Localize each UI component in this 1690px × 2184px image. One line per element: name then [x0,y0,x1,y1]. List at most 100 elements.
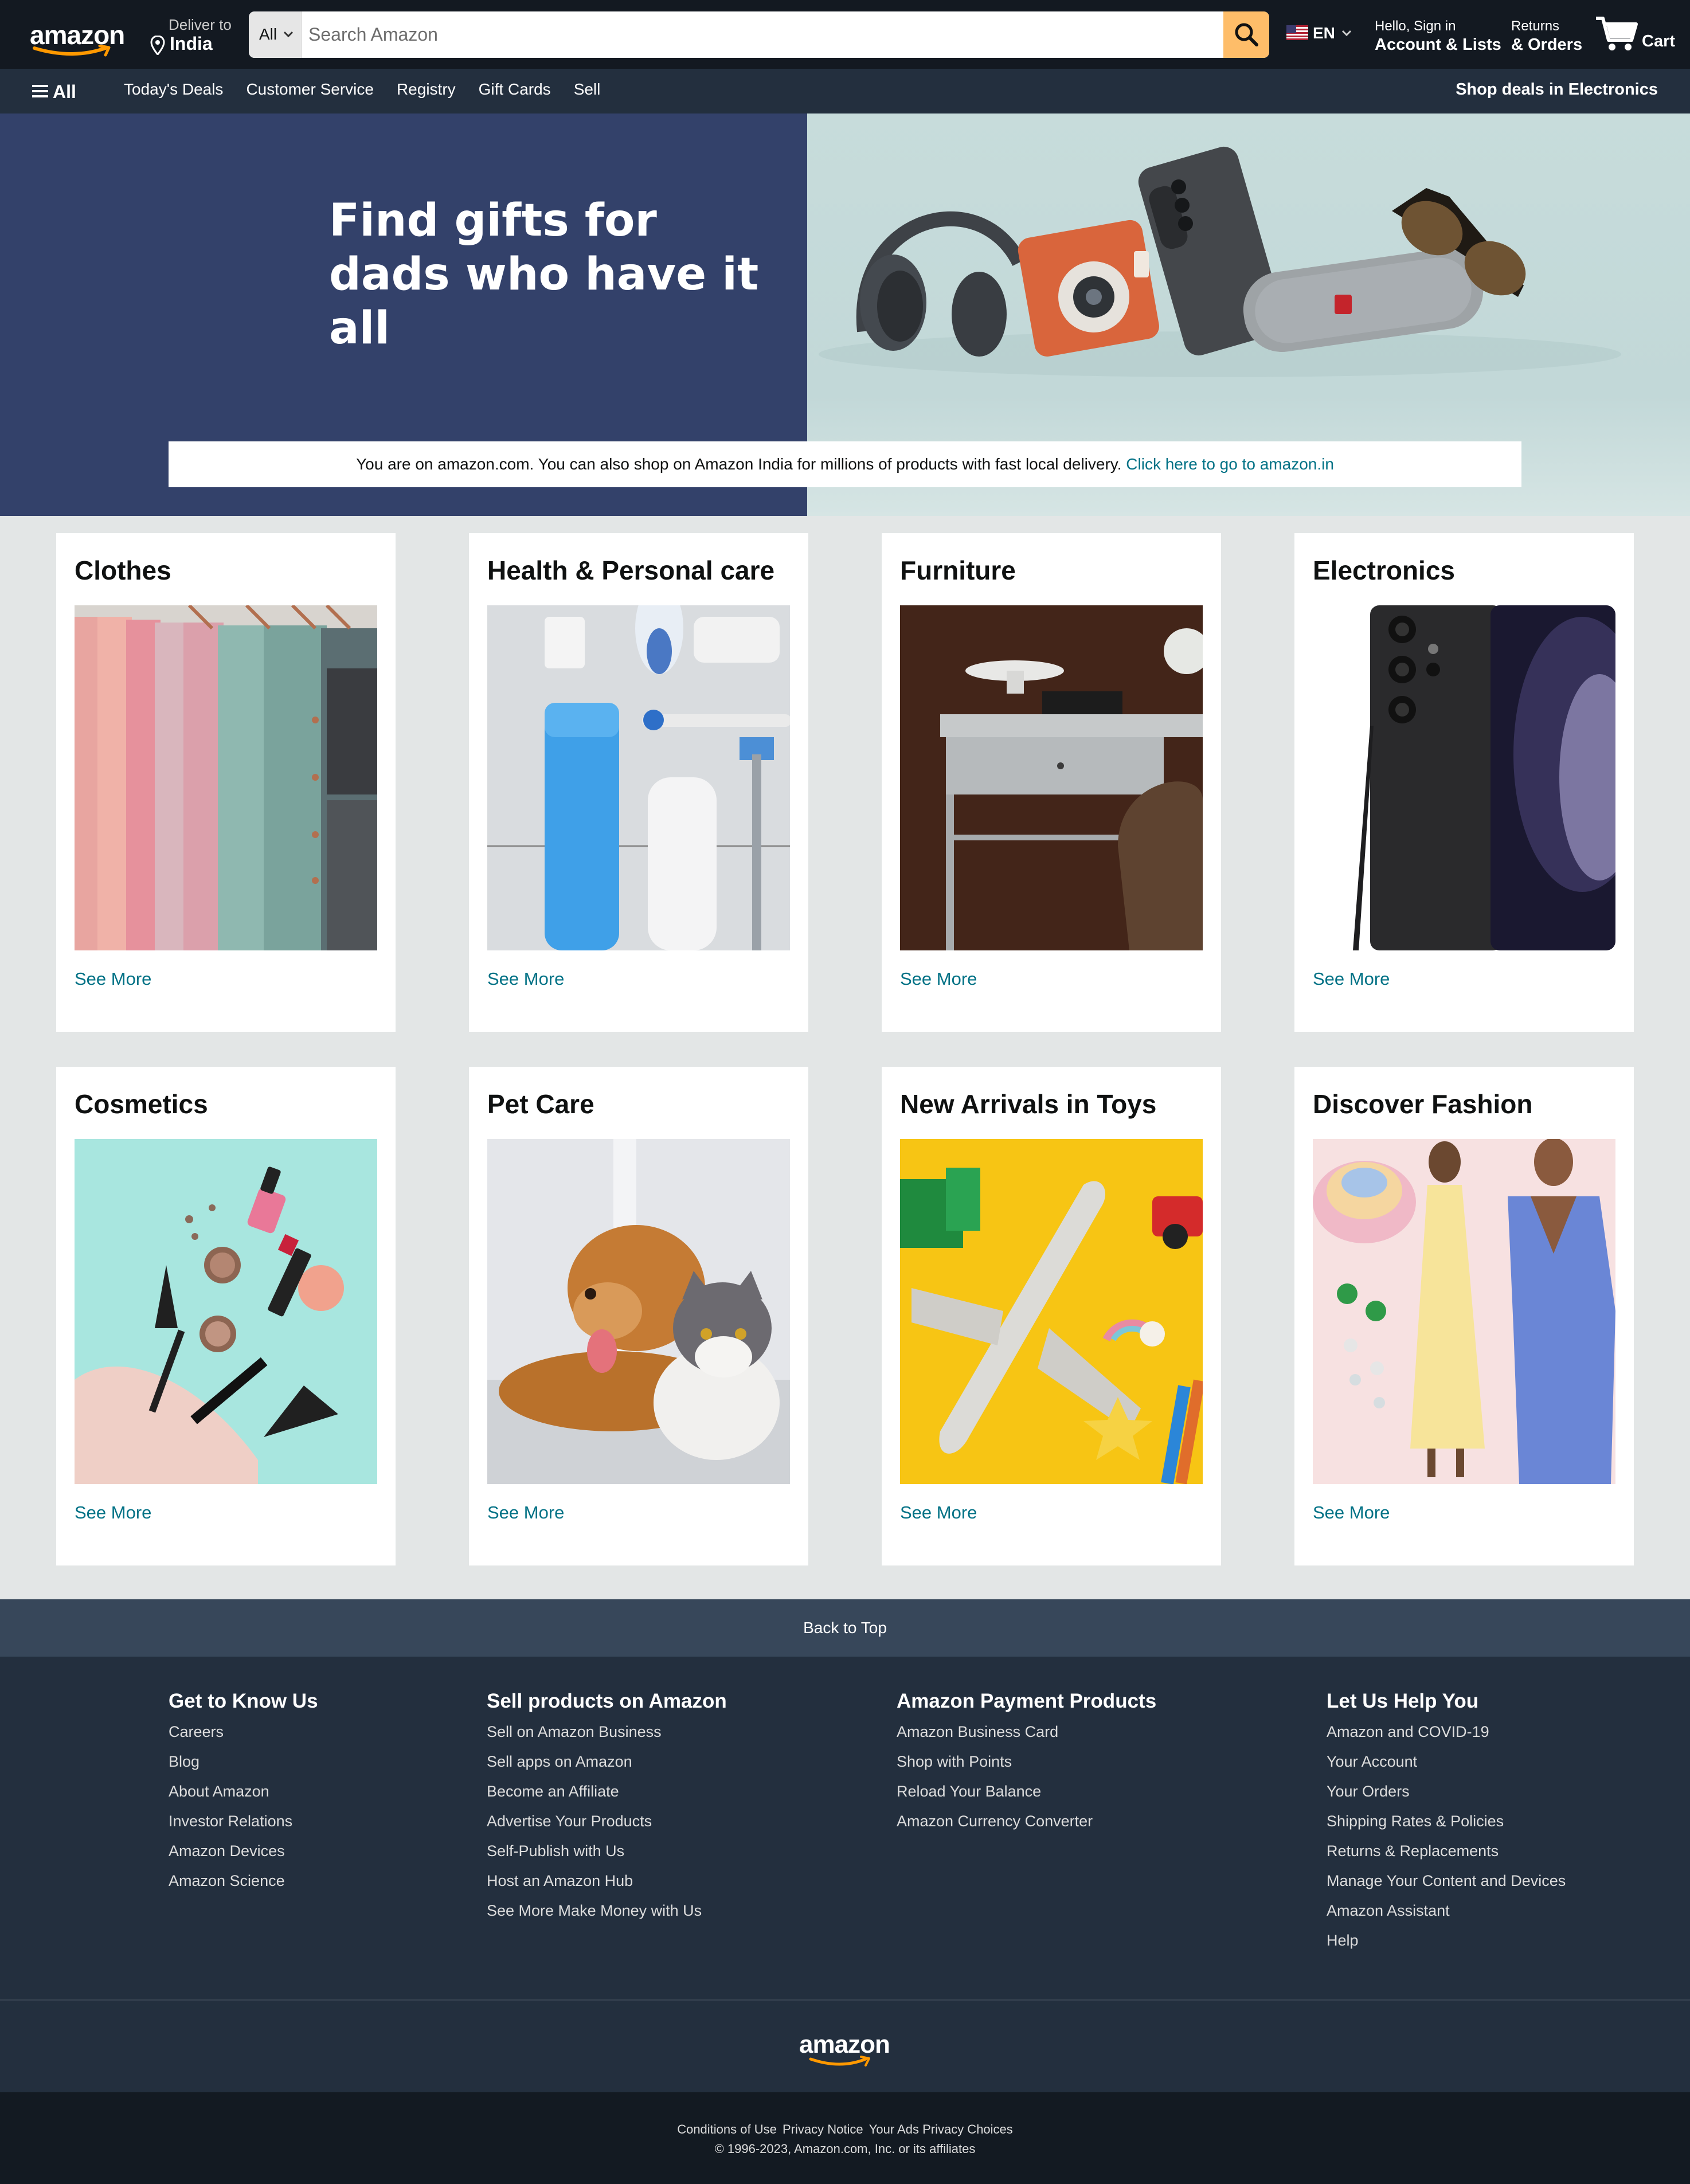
footer-link[interactable]: Amazon Assistant [1327,1902,1566,1932]
hero-banner[interactable]: Find gifts for dads who have it all You … [0,113,1690,516]
footer-link[interactable]: Amazon Business Card [897,1723,1156,1753]
search-category-select[interactable]: All [249,11,302,58]
see-more-link[interactable]: See More [487,1502,564,1523]
card-title: New Arrivals in Toys [900,1089,1157,1119]
returns-orders[interactable]: Returns & Orders [1511,17,1591,57]
footer-link[interactable]: Shop with Points [897,1753,1156,1783]
amazon-logo[interactable]: amazon [28,17,125,57]
card-image[interactable] [900,1139,1203,1484]
category-card-clothes: Clothes See More [56,533,396,1032]
legal-link-privacy[interactable]: Privacy Notice [783,2122,863,2136]
footer-link[interactable]: Amazon Currency Converter [897,1813,1156,1842]
footer-column-get-to-know-us: Get to Know Us Careers Blog About Amazon… [169,1690,318,1902]
see-more-link[interactable]: See More [75,969,151,989]
subnav-link-registry[interactable]: Registry [397,80,456,99]
see-more-link[interactable]: See More [1313,969,1390,989]
cart-button[interactable]: Cart [1595,13,1675,58]
see-more-link[interactable]: See More [1313,1502,1390,1523]
category-card-toys: New Arrivals in Toys See More [882,1067,1221,1565]
card-image[interactable] [75,1139,377,1484]
search-bar: All [249,11,1269,58]
deliver-label: Deliver to [169,16,232,33]
amazon-in-link[interactable]: Click here to go to amazon.in [1126,455,1334,473]
footer-link[interactable]: Blog [169,1753,318,1783]
account-menu[interactable]: Hello, Sign in Account & Lists [1375,17,1501,57]
search-button[interactable] [1223,11,1269,58]
copyright-text: © 1996-2023, Amazon.com, Inc. or its aff… [714,2142,976,2156]
card-image[interactable] [900,605,1203,950]
hamburger-icon [32,85,48,97]
search-input[interactable] [302,11,1219,58]
sub-nav: All Today's Deals Customer Service Regis… [0,69,1690,113]
footer-link[interactable]: Help [1327,1932,1566,1962]
account-label: Account & Lists [1375,36,1501,54]
footer-column-sell-products: Sell products on Amazon Sell on Amazon B… [487,1690,727,1932]
account-greeting: Hello, Sign in [1375,18,1456,34]
footer-column-heading: Amazon Payment Products [897,1690,1157,1712]
footer-link[interactable]: Your Orders [1327,1783,1566,1813]
footer-link[interactable]: Self-Publish with Us [487,1842,727,1872]
see-more-link[interactable]: See More [487,969,564,989]
subnav-link-todays-deals[interactable]: Today's Deals [124,80,223,99]
legal-link-conditions[interactable]: Conditions of Use [677,2122,777,2136]
card-image[interactable] [487,1139,790,1484]
footer-link[interactable]: Amazon Devices [169,1842,318,1872]
footer-link[interactable]: Sell apps on Amazon [487,1753,727,1783]
us-flag-icon [1286,25,1308,40]
footer-link[interactable]: Advertise Your Products [487,1813,727,1842]
back-to-top-button[interactable]: Back to Top [0,1599,1690,1657]
card-image[interactable] [1313,605,1615,950]
footer-link[interactable]: Reload Your Balance [897,1783,1156,1813]
footer-link[interactable]: Shipping Rates & Policies [1327,1813,1566,1842]
card-title: Clothes [75,555,171,585]
health-image [487,605,790,950]
footer-link[interactable]: Manage Your Content and Devices [1327,1872,1566,1902]
language-selector[interactable]: EN [1286,21,1353,48]
see-more-link[interactable]: See More [75,1502,151,1523]
deliver-to[interactable]: Deliver to India [150,15,242,55]
chevron-down-icon [283,31,294,38]
legal-bar: Conditions of Use Privacy Notice Your Ad… [0,2092,1690,2184]
all-menu-label: All [53,81,76,102]
top-nav: amazon Deliver to India All Search Amazo… [0,0,1690,69]
region-notice-text: You are on amazon.com. You can also shop… [356,455,1122,473]
see-more-link[interactable]: See More [900,969,977,989]
card-image[interactable] [487,605,790,950]
electronics-deals-link[interactable]: Shop deals in Electronics [1456,80,1658,99]
subnav-link-customer-service[interactable]: Customer Service [246,80,374,99]
cart-label: Cart [1642,32,1676,50]
footer-column-heading: Let Us Help You [1327,1690,1479,1712]
footer-link[interactable]: Host an Amazon Hub [487,1872,727,1902]
footer-link[interactable]: Amazon and COVID-19 [1327,1723,1566,1753]
footer-column-payment-products: Amazon Payment Products Amazon Business … [897,1690,1156,1842]
footer-links: Get to Know Us Careers Blog About Amazon… [0,1657,1690,2001]
footer-link[interactable]: Returns & Replacements [1327,1842,1566,1872]
card-image[interactable] [1313,1139,1615,1484]
hero-headline-line1: Find gifts for [329,195,657,246]
footer-link[interactable]: Sell on Amazon Business [487,1723,727,1753]
card-image[interactable] [75,605,377,950]
footer-link[interactable]: About Amazon [169,1783,318,1813]
subnav-link-sell[interactable]: Sell [574,80,601,99]
legal-link-ads-privacy[interactable]: Your Ads Privacy Choices [869,2122,1013,2136]
footer-column-heading: Sell products on Amazon [487,1690,727,1712]
footer-link[interactable]: Amazon Science [169,1872,318,1902]
smile-arrow-icon [809,2056,870,2066]
category-card-cosmetics: Cosmetics See More [56,1067,396,1565]
toys-image [900,1139,1203,1484]
card-title: Pet Care [487,1089,594,1119]
footer-logo-bar: amazon [0,2001,1690,2092]
footer-link[interactable]: Careers [169,1723,318,1753]
footer-link[interactable]: Your Account [1327,1753,1566,1783]
footer-link[interactable]: Investor Relations [169,1813,318,1842]
see-more-link[interactable]: See More [900,1502,977,1523]
footer-link[interactable]: Become an Affiliate [487,1783,727,1813]
subnav-link-gift-cards[interactable]: Gift Cards [479,80,551,99]
search-icon [1235,23,1258,46]
footer-amazon-logo[interactable]: amazon [797,2030,894,2071]
cart-icon [1596,17,1638,50]
region-notice: You are on amazon.com. You can also shop… [169,441,1521,487]
footer-link[interactable]: See More Make Money with Us [487,1902,727,1932]
deliver-location: India [170,33,213,54]
category-card-health: Health & Personal care See More [469,533,808,1032]
